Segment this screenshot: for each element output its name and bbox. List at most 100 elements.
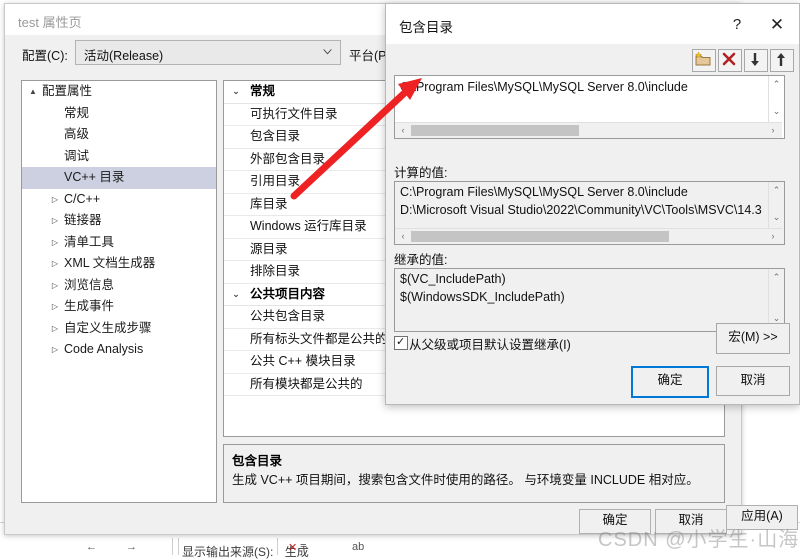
- tree-item-label: 生成事件: [64, 299, 115, 313]
- tree-item-label: 浏览信息: [64, 277, 115, 292]
- scroll-down-icon[interactable]: ⌄: [772, 106, 781, 117]
- tree-item-label: VC++ 目录: [64, 170, 125, 184]
- dialog-titlebar: 包含目录 ? ✕: [386, 4, 799, 44]
- property-row-label: 引用目录: [250, 174, 301, 188]
- inherited-vertical-scrollbar[interactable]: ⌃ ⌄: [768, 269, 784, 329]
- scroll-left-icon[interactable]: ‹: [398, 231, 408, 241]
- word-wrap-icon[interactable]: ab: [352, 541, 364, 553]
- scrollbar-thumb[interactable]: [411, 125, 579, 136]
- move-down-icon[interactable]: [744, 49, 768, 72]
- scroll-up-icon[interactable]: ⌃: [772, 272, 781, 283]
- scroll-down-icon[interactable]: ⌄: [772, 212, 781, 223]
- macros-button[interactable]: 宏(M) >>: [716, 323, 790, 354]
- dialog-cancel-button[interactable]: 取消: [716, 366, 790, 396]
- tree-item-label: 链接器: [64, 213, 102, 227]
- property-row-label: 库目录: [250, 196, 288, 211]
- tree-item-label: 调试: [64, 148, 90, 163]
- arrow-left-icon[interactable]: ←: [86, 541, 97, 553]
- tree-item-label: C/C++: [64, 191, 101, 206]
- expander-closed-icon[interactable]: ▷: [48, 189, 62, 211]
- page-title: test 属性页: [18, 15, 82, 30]
- tree-item[interactable]: 调试: [22, 146, 216, 168]
- delete-icon[interactable]: [718, 49, 742, 72]
- tree-item[interactable]: ▷ 生成事件: [22, 296, 216, 318]
- checkbox-box[interactable]: ✓: [394, 336, 408, 350]
- new-folder-icon[interactable]: [692, 49, 716, 72]
- chevron-down-icon[interactable]: ⌄: [229, 284, 243, 306]
- directory-entry[interactable]: C:\Program Files\MySQL\MySQL Server 8.0\…: [400, 80, 688, 94]
- expander-open-icon[interactable]: ▲: [26, 81, 40, 103]
- computed-values-list: C:\Program Files\MySQL\MySQL Server 8.0\…: [394, 181, 785, 245]
- dialog-toolbar: [386, 44, 799, 75]
- close-icon[interactable]: ✕: [764, 13, 790, 37]
- expander-closed-icon[interactable]: ▷: [48, 318, 62, 340]
- tree-item-label: XML 文档生成器: [64, 256, 156, 270]
- move-up-icon[interactable]: [770, 49, 794, 72]
- property-row-label: 所有模块都是公共的: [250, 376, 363, 391]
- property-row-label: 所有标头文件都是公共的: [250, 331, 388, 346]
- arrow-right-icon[interactable]: →: [126, 541, 137, 553]
- value-list-vertical-scrollbar[interactable]: ⌃ ⌄: [768, 76, 784, 122]
- configuration-label: 配置(C):: [22, 49, 68, 63]
- tree-item[interactable]: 高级: [22, 124, 216, 146]
- scroll-left-icon[interactable]: ‹: [398, 125, 408, 135]
- computed-vertical-scrollbar[interactable]: ⌃ ⌄: [768, 182, 784, 228]
- tree-item[interactable]: ▷ 浏览信息: [22, 275, 216, 297]
- clear-output-icon[interactable]: ✕: [288, 541, 297, 554]
- expander-closed-icon[interactable]: ▷: [48, 210, 62, 232]
- property-row-label: Windows 运行库目录: [250, 219, 367, 233]
- chevron-down-icon: [323, 49, 332, 55]
- computed-horizontal-scrollbar[interactable]: ‹ ›: [395, 228, 782, 244]
- configuration-tree[interactable]: ▲ 配置属性 常规 高级 调试 VC++ 目录 ▷ C/C++ ▷ 链接器 ▷ 清单工具 ▷ XML 文档…: [21, 80, 217, 503]
- property-row-label: 可执行文件目录: [250, 106, 338, 121]
- description-body: 生成 VC++ 项目期间，搜索包含文件时使用的路径。 与环境变量 INCLUDE…: [232, 473, 699, 487]
- expander-closed-icon[interactable]: ▷: [48, 339, 62, 361]
- property-group-label: 常规: [250, 84, 276, 98]
- expander-closed-icon[interactable]: ▷: [48, 253, 62, 275]
- computed-value-line: C:\Program Files\MySQL\MySQL Server 8.0\…: [400, 185, 688, 199]
- dialog-ok-button[interactable]: 确定: [631, 366, 709, 398]
- expander-closed-icon[interactable]: ▷: [48, 275, 62, 297]
- scroll-up-icon[interactable]: ⌃: [772, 185, 781, 196]
- property-row-label: 包含目录: [250, 129, 301, 143]
- computed-value-line: D:\Microsoft Visual Studio\2022\Communit…: [400, 203, 762, 217]
- property-row-label: 源目录: [250, 241, 288, 256]
- scroll-up-icon[interactable]: ⌃: [772, 79, 781, 90]
- tree-item-label: 自定义生成步骤: [64, 320, 152, 335]
- include-directories-dialog: 包含目录 ? ✕ C:\Program Files\MySQL\MySQL Se…: [385, 3, 800, 405]
- tree-item[interactable]: ▷ Code Analysis: [22, 339, 216, 361]
- value-list-horizontal-scrollbar[interactable]: ‹ ›: [395, 122, 782, 138]
- toolbar-separator: [178, 538, 179, 555]
- tree-item-label: 清单工具: [64, 234, 115, 249]
- tree-item-label: 配置属性: [42, 84, 93, 98]
- tree-item[interactable]: VC++ 目录: [22, 167, 216, 189]
- directory-value-list[interactable]: C:\Program Files\MySQL\MySQL Server 8.0\…: [394, 75, 785, 139]
- scroll-right-icon[interactable]: ›: [768, 231, 778, 241]
- tree-item[interactable]: ▷ 清单工具: [22, 232, 216, 254]
- chevron-down-icon[interactable]: ⌄: [229, 81, 243, 103]
- scroll-right-icon[interactable]: ›: [768, 125, 778, 135]
- configuration-value: 活动(Release): [84, 49, 164, 63]
- description-pane: 包含目录 生成 VC++ 项目期间，搜索包含文件时使用的路径。 与环境变量 IN…: [223, 444, 725, 503]
- tree-item-label: 高级: [64, 127, 90, 141]
- tree-item-label: Code Analysis: [64, 342, 144, 356]
- tree-item[interactable]: ▷ 链接器: [22, 210, 216, 232]
- expander-closed-icon[interactable]: ▷: [48, 296, 62, 318]
- computed-values-label: 计算的值:: [394, 166, 448, 180]
- tree-item[interactable]: 常规: [22, 103, 216, 125]
- configuration-select[interactable]: 活动(Release): [75, 40, 341, 65]
- tree-item[interactable]: ▲ 配置属性: [22, 81, 216, 103]
- toolbar-separator: [172, 538, 173, 555]
- check-icon: ✓: [396, 336, 406, 348]
- tree-item[interactable]: ▷ 自定义生成步骤: [22, 318, 216, 340]
- tree-item[interactable]: ▷ C/C++: [22, 189, 216, 211]
- property-row-label: 公共包含目录: [250, 309, 326, 323]
- list-icon[interactable]: ≡: [300, 541, 306, 553]
- inherited-values-label: 继承的值:: [394, 253, 448, 267]
- tree-item[interactable]: ▷ XML 文档生成器: [22, 253, 216, 275]
- description-title: 包含目录: [232, 454, 283, 468]
- help-icon[interactable]: ?: [724, 13, 750, 37]
- watermark: CSDN @小学生·山海: [598, 529, 800, 551]
- scrollbar-thumb[interactable]: [411, 231, 669, 242]
- expander-closed-icon[interactable]: ▷: [48, 232, 62, 254]
